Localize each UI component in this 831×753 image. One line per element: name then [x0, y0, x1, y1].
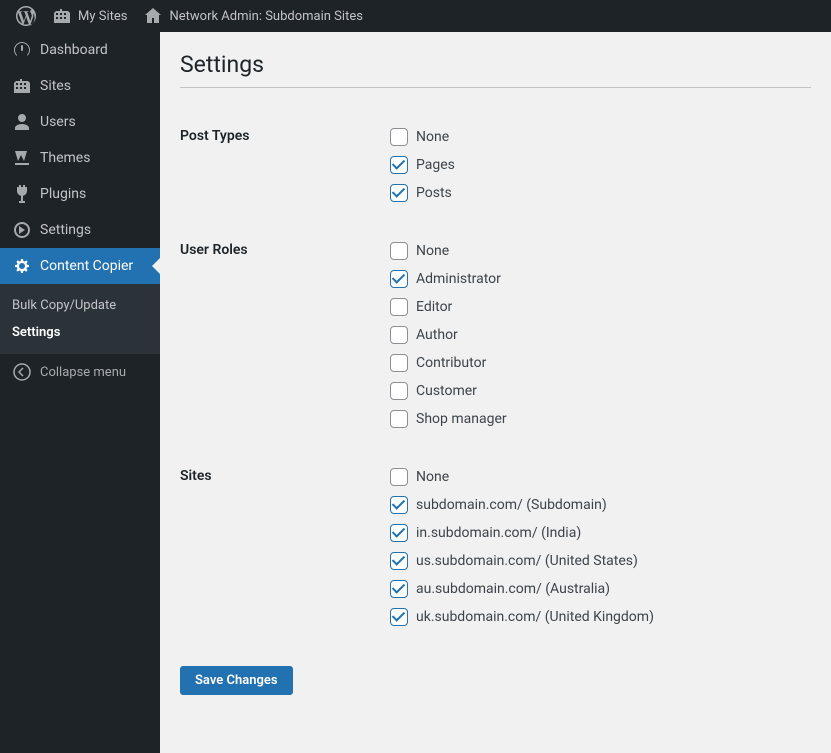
submenu-settings[interactable]: Settings: [0, 319, 160, 346]
post-type-checkbox-label: Posts: [416, 185, 452, 201]
divider: [180, 87, 811, 88]
save-changes-button[interactable]: Save Changes: [180, 666, 293, 695]
user-role-checkbox-label: Administrator: [416, 271, 501, 287]
site-checkbox[interactable]: [390, 496, 408, 514]
user-role-checkbox-label: None: [416, 243, 449, 259]
menu-content-copier[interactable]: Content Copier: [0, 248, 160, 284]
main-content: Settings Post Types None Pages Posts User …: [160, 32, 831, 715]
sites-icon: [12, 76, 32, 96]
gear-icon: [12, 256, 32, 276]
site-option[interactable]: in.subdomain.com/ (India): [390, 519, 801, 547]
post-types-label: Post Types: [180, 108, 380, 222]
post-type-checkbox-label: Pages: [416, 157, 455, 173]
user-role-checkbox-label: Shop manager: [416, 411, 507, 427]
post-type-option[interactable]: None: [390, 123, 801, 151]
plugins-icon: [12, 184, 32, 204]
post-type-checkbox-label: None: [416, 129, 449, 145]
post-types-options: None Pages Posts: [380, 108, 811, 222]
admin-menu: Dashboard Sites Users Themes Plugins Set…: [0, 32, 160, 753]
submenu-bulk-copy[interactable]: Bulk Copy/Update: [0, 292, 160, 319]
user-role-checkbox[interactable]: [390, 298, 408, 316]
user-role-checkbox[interactable]: [390, 382, 408, 400]
site-checkbox-label: uk.subdomain.com/ (United Kingdom): [416, 609, 654, 625]
menu-sites[interactable]: Sites: [0, 68, 160, 104]
user-role-checkbox-label: Editor: [416, 299, 452, 315]
site-checkbox[interactable]: [390, 524, 408, 542]
collapse-menu[interactable]: Collapse menu: [0, 354, 160, 390]
user-role-checkbox[interactable]: [390, 354, 408, 372]
post-type-checkbox[interactable]: [390, 128, 408, 146]
post-type-option[interactable]: Posts: [390, 179, 801, 207]
user-role-option[interactable]: Editor: [390, 293, 801, 321]
menu-users-label: Users: [40, 114, 76, 130]
dashboard-icon: [12, 40, 32, 60]
user-roles-label: User Roles: [180, 222, 380, 448]
user-role-checkbox[interactable]: [390, 410, 408, 428]
menu-sites-label: Sites: [40, 78, 71, 94]
sites-label: Sites: [180, 448, 380, 646]
post-type-checkbox[interactable]: [390, 184, 408, 202]
user-role-option[interactable]: None: [390, 237, 801, 265]
collapse-icon: [12, 362, 32, 382]
network-icon: [52, 6, 72, 26]
settings-form: Post Types None Pages Posts User Roles Non…: [180, 108, 811, 646]
user-role-checkbox[interactable]: [390, 326, 408, 344]
site-option[interactable]: subdomain.com/ (Subdomain): [390, 491, 801, 519]
menu-dashboard[interactable]: Dashboard: [0, 32, 160, 68]
site-checkbox-label: au.subdomain.com/ (Australia): [416, 581, 610, 597]
site-checkbox[interactable]: [390, 468, 408, 486]
themes-icon: [12, 148, 32, 168]
submenu-content-copier: Bulk Copy/Update Settings: [0, 284, 160, 354]
user-role-checkbox[interactable]: [390, 242, 408, 260]
menu-plugins-label: Plugins: [40, 186, 86, 202]
site-checkbox-label: us.subdomain.com/ (United States): [416, 553, 638, 569]
users-icon: [12, 112, 32, 132]
user-role-checkbox-label: Contributor: [416, 355, 486, 371]
admin-bar: My Sites Network Admin: Subdomain Sites: [0, 0, 831, 32]
user-role-option[interactable]: Shop manager: [390, 405, 801, 433]
post-type-checkbox[interactable]: [390, 156, 408, 174]
menu-themes[interactable]: Themes: [0, 140, 160, 176]
user-role-checkbox-label: Customer: [416, 383, 477, 399]
collapse-label: Collapse menu: [40, 365, 126, 380]
user-role-option[interactable]: Author: [390, 321, 801, 349]
user-role-checkbox[interactable]: [390, 270, 408, 288]
wp-logo[interactable]: [8, 6, 44, 26]
user-role-option[interactable]: Administrator: [390, 265, 801, 293]
site-option[interactable]: au.subdomain.com/ (Australia): [390, 575, 801, 603]
home-icon: [143, 6, 163, 26]
menu-themes-label: Themes: [40, 150, 90, 166]
network-admin-link[interactable]: Network Admin: Subdomain Sites: [135, 6, 370, 26]
user-role-checkbox-label: Author: [416, 327, 458, 343]
site-option[interactable]: us.subdomain.com/ (United States): [390, 547, 801, 575]
site-checkbox-label: subdomain.com/ (Subdomain): [416, 497, 607, 513]
page-title: Settings: [180, 42, 811, 82]
menu-settings-label: Settings: [40, 222, 91, 238]
site-checkbox-label: None: [416, 469, 449, 485]
menu-settings[interactable]: Settings: [0, 212, 160, 248]
menu-content-copier-label: Content Copier: [40, 258, 133, 274]
sites-options: None subdomain.com/ (Subdomain) in.subdoma…: [380, 448, 811, 646]
menu-users[interactable]: Users: [0, 104, 160, 140]
site-option[interactable]: uk.subdomain.com/ (United Kingdom): [390, 603, 801, 631]
my-sites-label: My Sites: [78, 9, 127, 24]
settings-icon: [12, 220, 32, 240]
network-admin-label: Network Admin: Subdomain Sites: [169, 9, 362, 24]
user-role-option[interactable]: Contributor: [390, 349, 801, 377]
menu-plugins[interactable]: Plugins: [0, 176, 160, 212]
post-type-option[interactable]: Pages: [390, 151, 801, 179]
user-roles-options: None Administrator Editor Author Contributor…: [380, 222, 811, 448]
site-checkbox[interactable]: [390, 608, 408, 626]
site-checkbox[interactable]: [390, 552, 408, 570]
site-option[interactable]: None: [390, 463, 801, 491]
menu-dashboard-label: Dashboard: [40, 42, 108, 58]
user-role-option[interactable]: Customer: [390, 377, 801, 405]
site-checkbox[interactable]: [390, 580, 408, 598]
my-sites-link[interactable]: My Sites: [44, 6, 135, 26]
site-checkbox-label: in.subdomain.com/ (India): [416, 525, 581, 541]
